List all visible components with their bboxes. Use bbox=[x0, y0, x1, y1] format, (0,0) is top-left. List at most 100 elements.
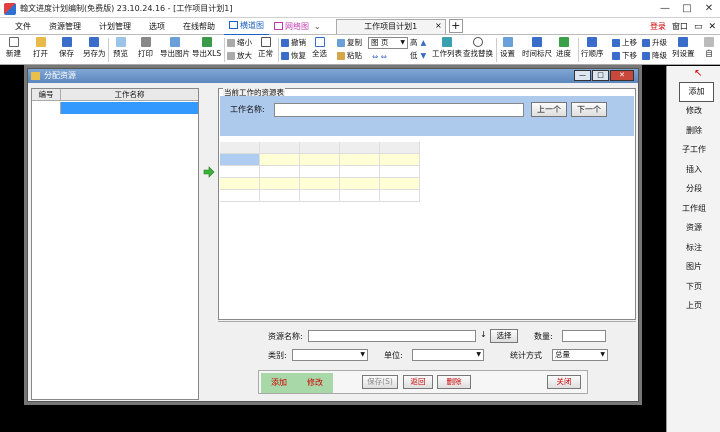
downgrade-button[interactable]: 降级 bbox=[642, 50, 667, 62]
export-image-button[interactable]: 导出图片 bbox=[160, 37, 190, 58]
export-xls-button[interactable]: 导出XLS bbox=[192, 37, 221, 58]
add-button[interactable]: 添加 bbox=[271, 377, 287, 388]
move-up-button[interactable]: 上移 bbox=[612, 37, 637, 49]
quantity-field[interactable] bbox=[562, 330, 606, 342]
zoom-out-button[interactable]: 缩小 bbox=[227, 37, 252, 49]
open-button[interactable]: 打开 bbox=[33, 37, 48, 58]
panel-resource-button[interactable]: 资源 bbox=[667, 219, 720, 237]
dialog-close-button[interactable]: ✕ bbox=[610, 70, 634, 81]
menu-options[interactable]: 选项 bbox=[140, 18, 174, 35]
down-arrow-icon[interactable]: ↓ bbox=[480, 330, 487, 339]
table-row[interactable] bbox=[220, 166, 420, 178]
select-button[interactable]: 选择 bbox=[490, 329, 518, 343]
window-menu[interactable]: 窗口 bbox=[672, 21, 688, 32]
print-button[interactable]: 打印 bbox=[138, 37, 153, 58]
progress-button[interactable]: 进度 bbox=[556, 37, 571, 58]
menu-resource-management[interactable]: 资源管理 bbox=[40, 18, 90, 35]
dialog-title-bar: 分配资源 — □ ✕ bbox=[28, 69, 638, 83]
new-tab-button[interactable]: + bbox=[448, 19, 463, 33]
table-row[interactable] bbox=[32, 102, 198, 114]
table-row[interactable] bbox=[220, 190, 420, 202]
high-button[interactable]: 高 ▲ bbox=[410, 37, 426, 49]
prev-button[interactable]: 上一个 bbox=[531, 102, 567, 117]
table-row[interactable] bbox=[220, 154, 420, 166]
copy-button[interactable]: 复制 bbox=[337, 37, 362, 49]
panel-insert-button[interactable]: 插入 bbox=[667, 161, 720, 179]
zoom-in-button[interactable]: 放大 bbox=[227, 50, 252, 62]
panel-next-page-button[interactable]: 下页 bbox=[667, 278, 720, 296]
panel-edit-button[interactable]: 修改 bbox=[667, 102, 720, 120]
preview-button[interactable]: 预览 bbox=[113, 37, 128, 58]
column-settings-button[interactable]: 列设置 bbox=[672, 37, 695, 58]
unit-select[interactable]: ▼ bbox=[412, 349, 484, 361]
menu-plan-management[interactable]: 计划管理 bbox=[90, 18, 140, 35]
next-button[interactable]: 下一个 bbox=[571, 102, 607, 117]
toolbar-divider bbox=[578, 38, 579, 62]
move-down-button[interactable]: 下移 bbox=[612, 50, 637, 62]
panel-add-button[interactable]: 添加 bbox=[679, 82, 714, 102]
timescale-button[interactable]: 时间标尺 bbox=[522, 37, 552, 58]
move-down-label: 下移 bbox=[622, 51, 637, 60]
edit-button[interactable]: 修改 bbox=[307, 377, 323, 388]
panel-prev-page-button[interactable]: 上页 bbox=[667, 297, 720, 315]
redo-button[interactable]: 恢复 bbox=[281, 50, 306, 62]
tab-close-icon[interactable]: × bbox=[435, 21, 442, 30]
excel-icon bbox=[201, 37, 212, 47]
col-name-header[interactable]: 工作名称 bbox=[61, 89, 198, 100]
menu-online-help[interactable]: 在线帮助 bbox=[174, 18, 224, 35]
dialog-maximize-button[interactable]: □ bbox=[592, 70, 609, 81]
panel-image-button[interactable]: 图片 bbox=[667, 258, 720, 276]
task-list-button[interactable]: 工作列表 bbox=[432, 37, 462, 58]
row-name-cell[interactable] bbox=[61, 102, 198, 114]
close-button[interactable]: ✕ bbox=[698, 0, 720, 18]
panel-workgroup-button[interactable]: 工作组 bbox=[667, 200, 720, 218]
category-select[interactable]: ▼ bbox=[292, 349, 368, 361]
minimize-button[interactable]: — bbox=[654, 0, 676, 18]
open-label: 打开 bbox=[33, 49, 48, 58]
work-name-field[interactable] bbox=[274, 103, 524, 117]
resource-grid[interactable] bbox=[220, 142, 420, 202]
low-button[interactable]: 低 ▼ bbox=[410, 50, 426, 62]
panel-annotation-button[interactable]: 标注 bbox=[667, 239, 720, 257]
resource-name-field[interactable] bbox=[308, 330, 476, 342]
save-s-button[interactable]: 保存(S) bbox=[362, 375, 398, 389]
paste-button[interactable]: 粘贴 bbox=[337, 50, 362, 62]
col-id-header[interactable]: 编号 bbox=[32, 89, 61, 100]
row-id-cell[interactable] bbox=[32, 102, 61, 114]
dialog-minimize-button[interactable]: — bbox=[574, 70, 591, 81]
return-button[interactable]: 返回 bbox=[403, 375, 433, 389]
maximize-button[interactable]: □ bbox=[676, 0, 698, 18]
delete-button[interactable]: 删除 bbox=[437, 375, 471, 389]
new-button[interactable]: 新建 bbox=[6, 37, 21, 58]
upgrade-button[interactable]: 升级 bbox=[642, 37, 667, 49]
row-order-button[interactable]: 行顺序 bbox=[581, 37, 604, 58]
restore-icon[interactable]: ▭ bbox=[694, 22, 703, 32]
more-button[interactable]: 自 bbox=[704, 37, 714, 58]
chevron-down-icon[interactable]: ⌄ bbox=[314, 18, 321, 35]
save-as-icon bbox=[89, 37, 100, 47]
tab-network-view[interactable]: 网络图 ⌄ bbox=[269, 18, 326, 35]
panel-segment-button[interactable]: 分段 bbox=[667, 180, 720, 198]
save-as-button[interactable]: 另存为 bbox=[83, 37, 106, 58]
find-replace-button[interactable]: 查找替换 bbox=[463, 37, 493, 58]
stat-method-select[interactable]: 总量 ▼ bbox=[552, 349, 608, 361]
tab-gantt-view[interactable]: 横道图 bbox=[224, 17, 269, 36]
arrows-icon[interactable]: ⇔ ⇔ bbox=[372, 51, 387, 63]
panel-subtask-button[interactable]: 子工作 bbox=[667, 141, 720, 159]
image-icon bbox=[170, 37, 180, 47]
panel-delete-button[interactable]: 删除 bbox=[667, 122, 720, 140]
zoom-out-label: 缩小 bbox=[237, 38, 252, 47]
document-tab[interactable]: 工作项目计划1 × bbox=[335, 18, 446, 34]
table-row[interactable] bbox=[220, 178, 420, 190]
select-all-button[interactable]: 全选 bbox=[312, 37, 327, 58]
menu-file[interactable]: 文件 bbox=[6, 18, 40, 35]
settings-button[interactable]: 设置 bbox=[500, 37, 515, 58]
login-link[interactable]: 登录 bbox=[650, 21, 666, 32]
close-dialog-button[interactable]: 关闭 bbox=[547, 375, 581, 389]
normal-zoom-button[interactable]: 正常 bbox=[258, 37, 273, 58]
work-name-label: 工作名称: bbox=[230, 105, 265, 114]
undo-button[interactable]: 撤销 bbox=[281, 37, 306, 49]
save-button[interactable]: 保存 bbox=[59, 37, 74, 58]
close-icon[interactable]: ✕ bbox=[708, 22, 716, 32]
page-select[interactable]: 图 页 ▼ bbox=[368, 37, 408, 49]
